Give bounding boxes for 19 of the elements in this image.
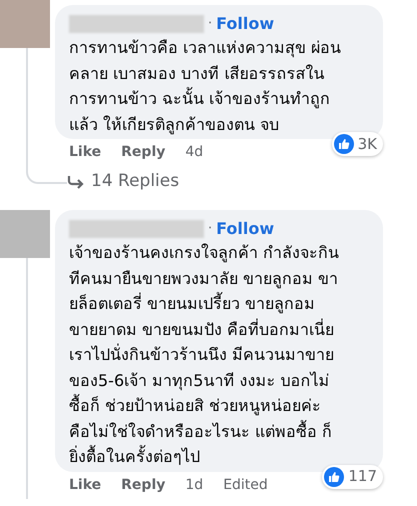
like-link[interactable]: Like	[69, 142, 102, 163]
reaction-badge[interactable]: 117	[322, 464, 383, 488]
reaction-badge[interactable]: 3K	[332, 132, 383, 156]
like-link[interactable]: Like	[69, 474, 102, 496]
reply-arrow-icon	[67, 175, 85, 189]
replies-link[interactable]: 14 Replies	[67, 166, 383, 198]
separator: ·	[208, 15, 212, 34]
like-icon	[334, 134, 354, 154]
edited-label: Edited	[223, 476, 268, 494]
avatar[interactable]	[0, 210, 50, 258]
follow-link[interactable]: Follow	[216, 12, 274, 36]
timestamp: 4d	[185, 143, 204, 162]
like-icon	[324, 466, 344, 486]
avatar[interactable]	[0, 0, 50, 48]
follow-link[interactable]: Follow	[216, 217, 274, 241]
reply-link[interactable]: Reply	[121, 142, 166, 163]
timestamp: 1d	[185, 476, 204, 494]
reply-link[interactable]: Reply	[121, 474, 166, 496]
separator: ·	[208, 220, 212, 238]
